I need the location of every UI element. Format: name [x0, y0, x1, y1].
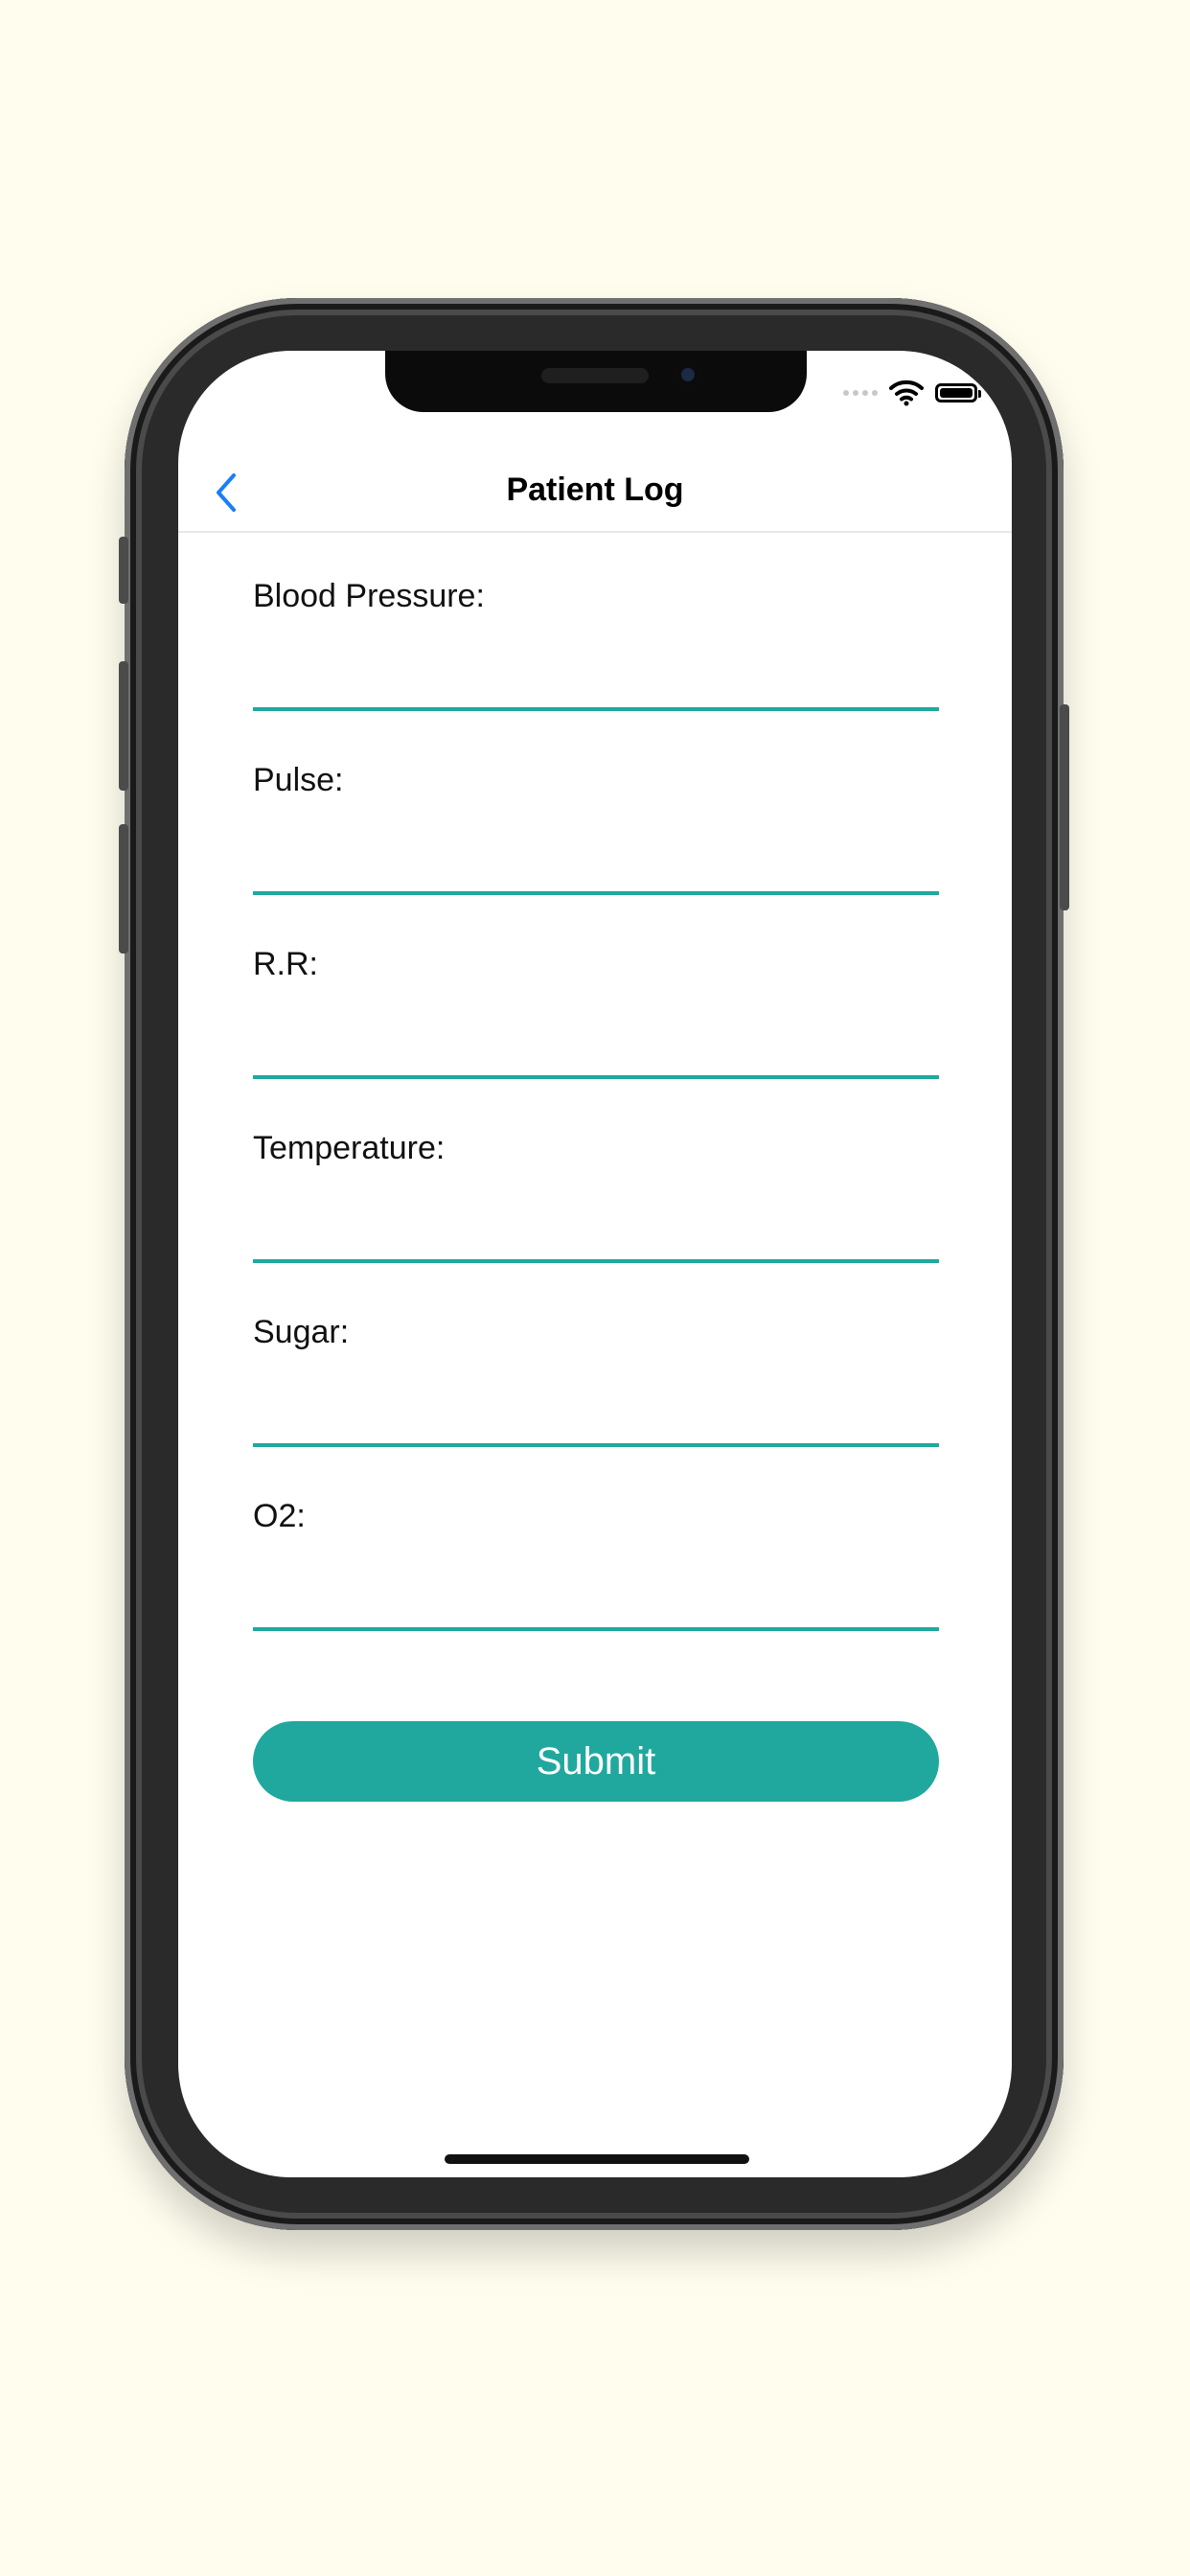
field-label: Blood Pressure:: [253, 578, 485, 614]
blood-pressure-input[interactable]: [253, 650, 939, 711]
speaker: [541, 368, 649, 383]
field-o2: O2:: [253, 1497, 939, 1681]
front-camera: [675, 362, 700, 387]
field-label: Sugar:: [253, 1314, 350, 1350]
temperature-input[interactable]: [253, 1202, 939, 1263]
signal-icon: [843, 390, 878, 396]
field-label: Temperature:: [253, 1130, 446, 1166]
sugar-input[interactable]: [253, 1386, 939, 1447]
field-sugar: Sugar:: [253, 1313, 939, 1497]
field-label: Pulse:: [253, 762, 344, 798]
status-bar: [843, 380, 981, 406]
phone-screen: Patient Log Blood Pressure: Pulse: R.R: …: [178, 351, 1012, 2177]
field-temperature: Temperature:: [253, 1129, 939, 1313]
volume-up-button: [119, 661, 128, 791]
battery-icon: [935, 383, 981, 402]
field-blood-pressure: Blood Pressure:: [253, 577, 939, 761]
submit-button[interactable]: Submit: [253, 1721, 939, 1802]
mute-switch: [119, 537, 128, 604]
o2-input[interactable]: [253, 1570, 939, 1631]
pulse-input[interactable]: [253, 834, 939, 895]
navigation-bar: Patient Log: [178, 454, 1012, 533]
field-pulse: Pulse:: [253, 761, 939, 945]
volume-down-button: [119, 824, 128, 954]
home-indicator: [445, 2154, 749, 2164]
field-label: O2:: [253, 1498, 306, 1534]
patient-log-form: Blood Pressure: Pulse: R.R: Temperature:…: [253, 577, 939, 1681]
notch: [385, 351, 807, 412]
wifi-icon: [889, 380, 924, 406]
page-title: Patient Log: [506, 472, 684, 508]
power-button: [1060, 704, 1069, 910]
field-label: R.R:: [253, 946, 318, 982]
rr-input[interactable]: [253, 1018, 939, 1079]
field-rr: R.R:: [253, 945, 939, 1129]
